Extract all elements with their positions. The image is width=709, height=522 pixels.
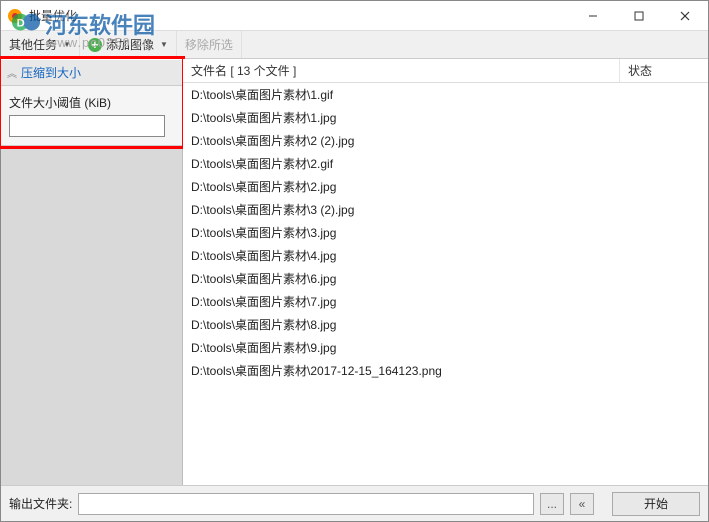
- main-area: ︽ 压缩到大小 文件大小阈值 (KiB) 文件名 [ 13 个文件 ] 状态 D…: [1, 59, 708, 485]
- back-button[interactable]: «: [570, 493, 594, 515]
- panel-body: 文件大小阈值 (KiB): [1, 86, 182, 146]
- minimize-button[interactable]: [570, 1, 616, 31]
- output-folder-input[interactable]: [78, 493, 534, 515]
- threshold-label: 文件大小阈值 (KiB): [9, 94, 174, 111]
- list-item[interactable]: D:\tools\桌面图片素材\2 (2).jpg: [183, 129, 708, 152]
- panel-header-compress[interactable]: ︽ 压缩到大小: [1, 59, 182, 86]
- titlebar: 批量优化: [1, 1, 708, 31]
- list-item[interactable]: D:\tools\桌面图片素材\6.jpg: [183, 267, 708, 290]
- app-icon: [7, 8, 23, 24]
- maximize-button[interactable]: [616, 1, 662, 31]
- list-item[interactable]: D:\tools\桌面图片素材\2.jpg: [183, 175, 708, 198]
- list-item[interactable]: D:\tools\桌面图片素材\2017-12-15_164123.png: [183, 359, 708, 382]
- column-header-status[interactable]: 状态: [620, 59, 708, 82]
- list-item[interactable]: D:\tools\桌面图片素材\9.jpg: [183, 336, 708, 359]
- list-item[interactable]: D:\tools\桌面图片素材\1.gif: [183, 83, 708, 106]
- footer: 输出文件夹: ... « 开始: [1, 485, 708, 521]
- file-list[interactable]: D:\tools\桌面图片素材\1.gifD:\tools\桌面图片素材\1.j…: [183, 83, 708, 485]
- highlight-box: ︽ 压缩到大小 文件大小阈值 (KiB): [0, 56, 185, 149]
- list-item[interactable]: D:\tools\桌面图片素材\3 (2).jpg: [183, 198, 708, 221]
- start-button[interactable]: 开始: [612, 492, 700, 516]
- list-item[interactable]: D:\tools\桌面图片素材\4.jpg: [183, 244, 708, 267]
- remove-selected-button[interactable]: 移除所选: [177, 31, 242, 58]
- window-title: 批量优化: [29, 7, 570, 24]
- list-item[interactable]: D:\tools\桌面图片素材\7.jpg: [183, 290, 708, 313]
- sidebar: ︽ 压缩到大小 文件大小阈值 (KiB): [1, 59, 183, 485]
- list-item[interactable]: D:\tools\桌面图片素材\2.gif: [183, 152, 708, 175]
- list-item[interactable]: D:\tools\桌面图片素材\8.jpg: [183, 313, 708, 336]
- browse-button[interactable]: ...: [540, 493, 564, 515]
- list-item[interactable]: D:\tools\桌面图片素材\1.jpg: [183, 106, 708, 129]
- panel-title: 压缩到大小: [21, 64, 81, 81]
- remove-selected-label: 移除所选: [185, 36, 233, 53]
- list-item[interactable]: D:\tools\桌面图片素材\3.jpg: [183, 221, 708, 244]
- watermark-url: www.pc0359.cn: [47, 35, 151, 50]
- output-folder-label: 输出文件夹:: [9, 495, 72, 512]
- column-header-filename[interactable]: 文件名 [ 13 个文件 ]: [183, 59, 620, 82]
- chevron-down-icon: ▼: [160, 40, 168, 49]
- file-list-header: 文件名 [ 13 个文件 ] 状态: [183, 59, 708, 83]
- threshold-input[interactable]: [9, 115, 165, 137]
- file-area: 文件名 [ 13 个文件 ] 状态 D:\tools\桌面图片素材\1.gifD…: [183, 59, 708, 485]
- collapse-icon: ︽: [7, 65, 17, 80]
- close-button[interactable]: [662, 1, 708, 31]
